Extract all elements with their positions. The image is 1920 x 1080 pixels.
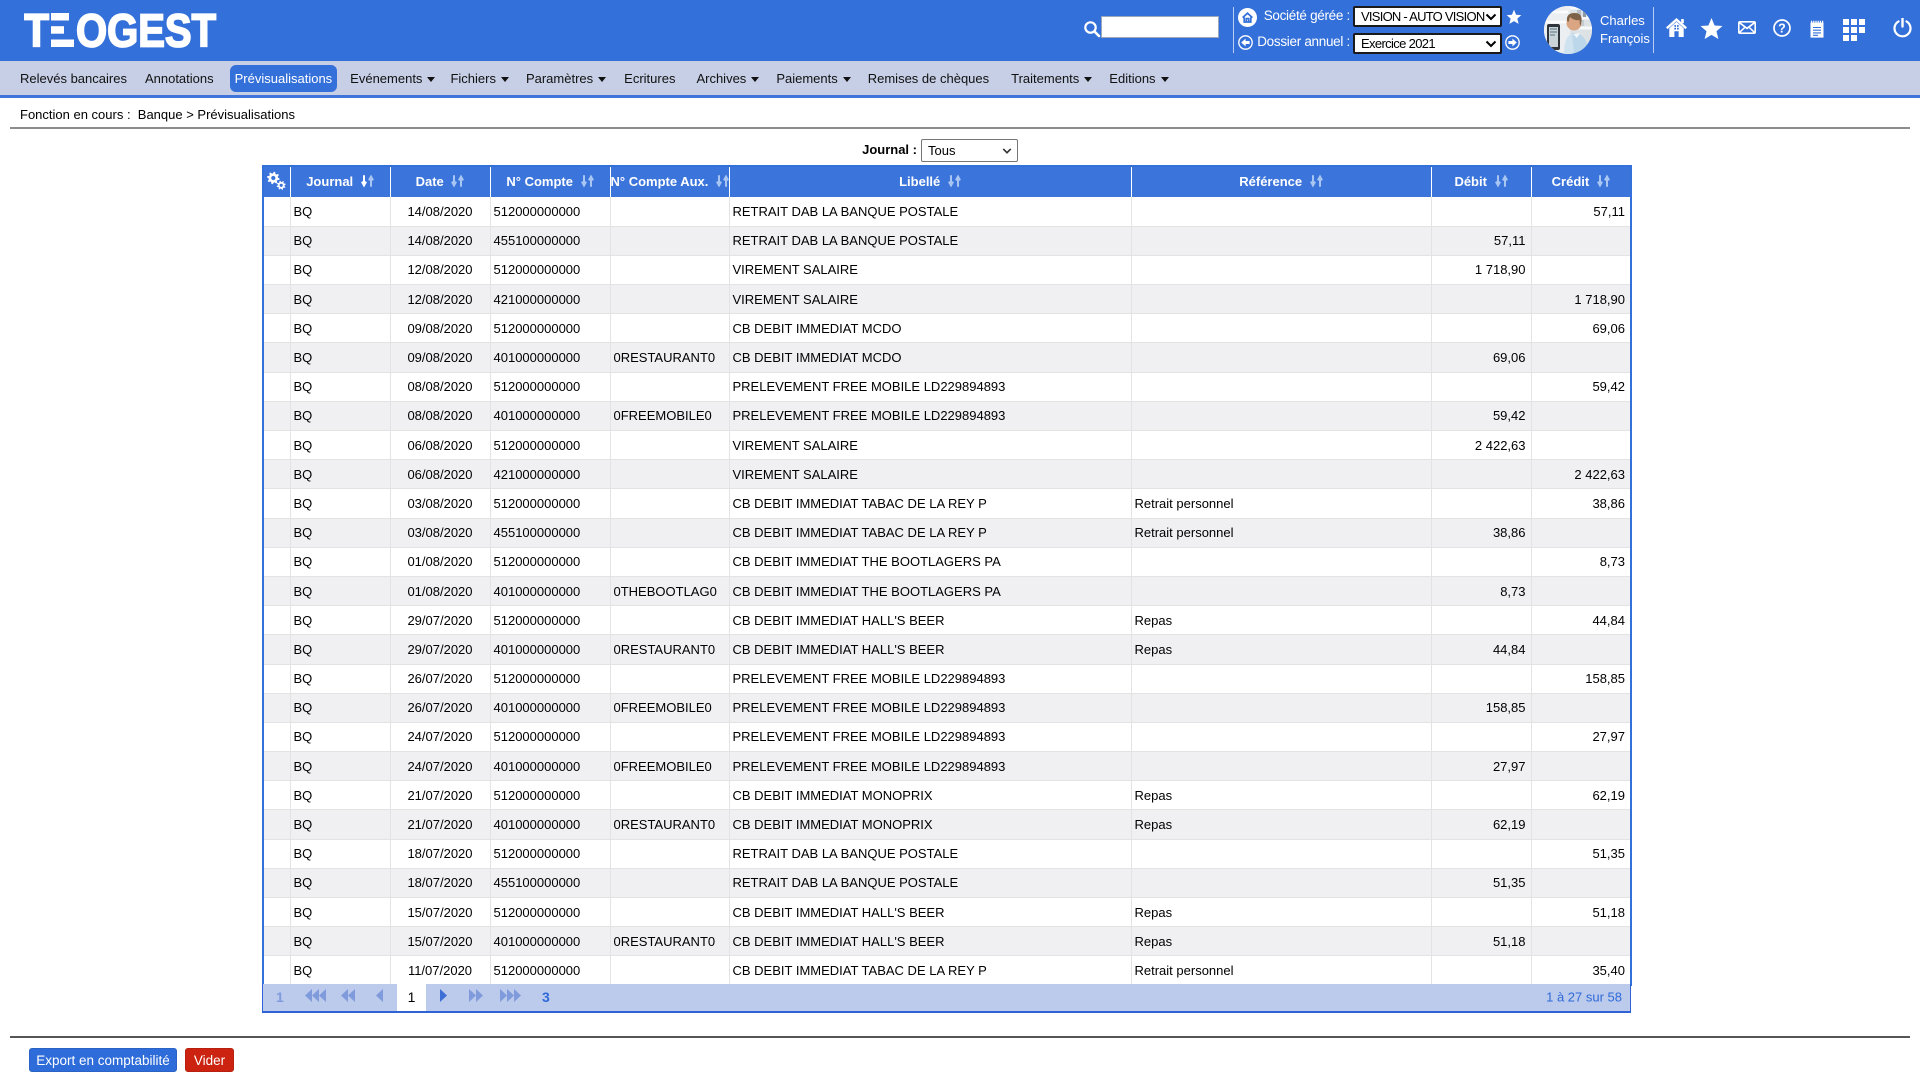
- svg-text:OGEST: OGEST: [76, 13, 216, 48]
- svg-text:?: ?: [1778, 22, 1786, 36]
- svg-text:T: T: [24, 13, 49, 48]
